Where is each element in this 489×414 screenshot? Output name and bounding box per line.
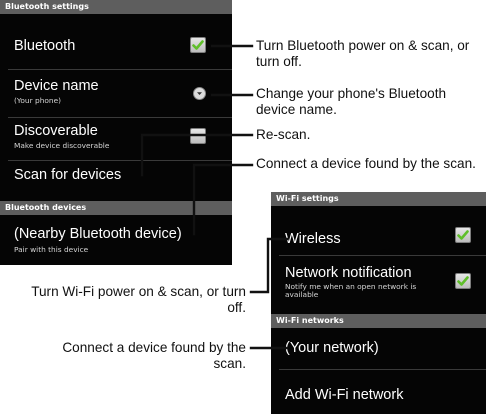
callout-device-name: Change your phone's Bluetooth device nam… [256,86,447,117]
callout-wifi-power: Turn Wi-Fi power on & scan, or turn off. [31,284,246,315]
leader-connect-bt [192,163,254,236]
callout-connect-wifi: Connect a device found by the scan. [62,340,246,371]
leader-rescan [140,133,254,177]
leader-wifi-power [249,237,289,294]
callout-bluetooth-power: Turn Bluetooth power on & scan, or turn … [256,38,470,69]
callout-rescan: Re-scan. [256,127,311,142]
callout-connect-bt: Connect a device found by the scan. [256,156,476,171]
